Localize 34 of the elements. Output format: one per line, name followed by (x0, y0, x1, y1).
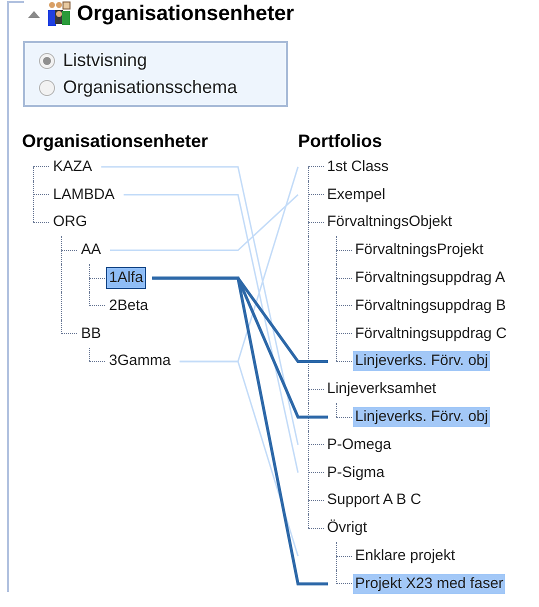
column-heading: Organisationsenheter (22, 130, 210, 153)
tree-item[interactable]: FörvaltningsObjekt (325, 212, 454, 232)
tree-item[interactable]: Förvaltningsuppdrag A (353, 268, 508, 288)
tree-item[interactable]: Förvaltningsuppdrag C (353, 324, 509, 344)
people-group-icon (47, 1, 71, 27)
view-option-radio[interactable]: Organisationsschema (39, 74, 272, 101)
tree-item[interactable]: P-Omega (325, 434, 394, 455)
tree-item[interactable]: Exempel (325, 184, 388, 205)
tree-item[interactable]: KAZA (50, 156, 96, 178)
tree-item[interactable]: ORG (50, 211, 90, 234)
radio-button[interactable] (39, 52, 55, 68)
column-heading: Portfolios (298, 130, 383, 153)
radio-button[interactable] (39, 80, 55, 96)
tree-item[interactable]: BB (78, 322, 104, 345)
tree-item[interactable]: FörvaltningsProjekt (353, 240, 486, 260)
tree-item[interactable]: Projekt X23 med faser (353, 574, 506, 594)
tree-item[interactable]: Linjeverksamhet (325, 379, 438, 400)
tree-item[interactable]: 2Beta (106, 294, 152, 317)
tree-item[interactable]: LAMBDA (50, 184, 118, 206)
view-option-radio[interactable]: Listvisning (39, 47, 272, 74)
tree-item[interactable]: Linjeverks. Förv. obj (353, 351, 490, 372)
tree-item[interactable]: Övrigt (325, 518, 370, 538)
tree-item[interactable]: 1Alfa (106, 267, 146, 290)
collapse-toggle[interactable] (27, 9, 41, 19)
tree-item[interactable]: Linjeverks. Förv. obj (353, 407, 490, 428)
tree-item[interactable]: P-Sigma (325, 462, 387, 483)
tree-item[interactable]: Support A B C (325, 490, 424, 510)
tree-item[interactable]: Enklare projekt (353, 546, 458, 566)
panel-title: Organisationsenheter (77, 1, 294, 27)
tree-item[interactable]: 1st Class (325, 156, 391, 177)
collapse-triangle-icon (27, 10, 41, 18)
tree-item[interactable]: Förvaltningsuppdrag B (353, 296, 508, 316)
tree-item[interactable]: AA (78, 239, 104, 262)
tree-item[interactable]: 3Gamma (106, 350, 174, 372)
